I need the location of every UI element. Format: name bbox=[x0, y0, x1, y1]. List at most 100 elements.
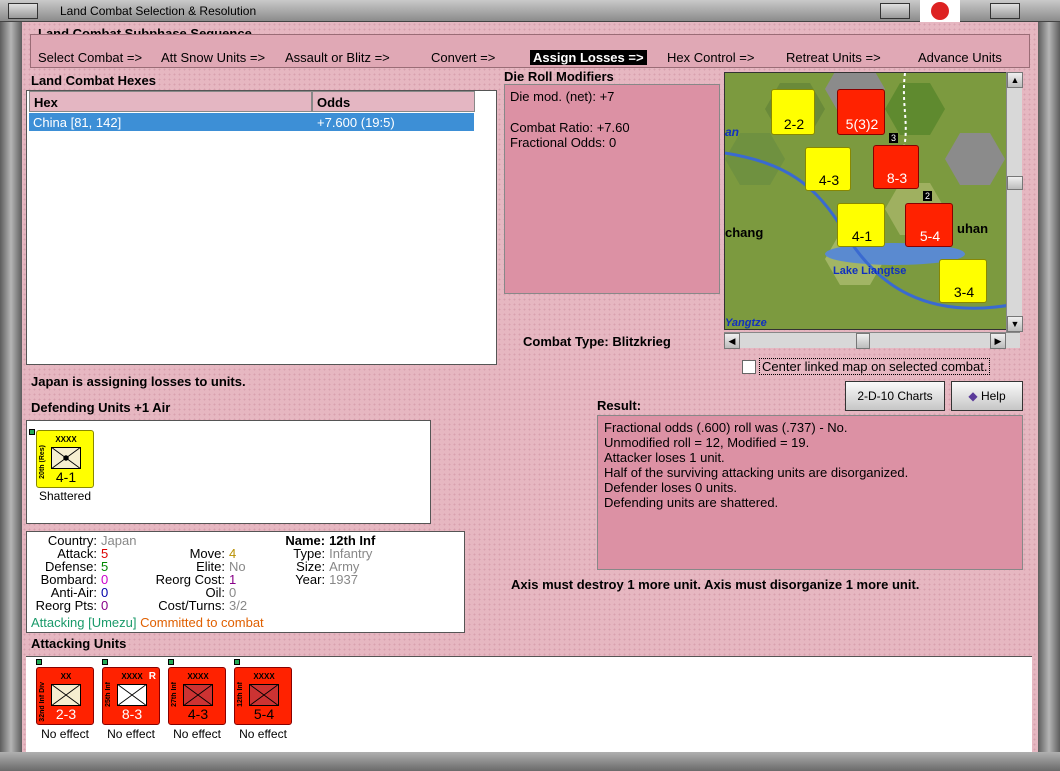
unit-size: XXXX bbox=[253, 672, 275, 681]
hexes-list[interactable]: Hex Odds China [81, 142] +7.600 (19:5) bbox=[26, 90, 497, 365]
defending-title: Defending Units +1 Air bbox=[31, 400, 171, 415]
step-convert[interactable]: Convert => bbox=[431, 50, 495, 65]
unit-size: XX bbox=[60, 672, 72, 681]
modifiers-title: Die Roll Modifiers bbox=[504, 69, 614, 84]
scroll-up-icon[interactable]: ▲ bbox=[1007, 72, 1023, 88]
info-attacking: Attacking [Umezu] bbox=[31, 615, 137, 630]
map-counter[interactable]: 2-2 bbox=[771, 89, 815, 135]
result-summary: Axis must destroy 1 more unit. Axis must… bbox=[511, 577, 920, 592]
bottom-border bbox=[0, 752, 1060, 771]
infantry-symbol-icon bbox=[183, 684, 213, 706]
map-vertical-scrollbar[interactable]: ▲ ▼ bbox=[1006, 72, 1023, 332]
unit-name: 27th Inf bbox=[171, 682, 178, 707]
result-box: Fractional odds (.600) roll was (.737) -… bbox=[597, 415, 1023, 570]
map-counter[interactable]: 5(3)2 bbox=[837, 89, 885, 135]
help-button[interactable]: ◆ Help bbox=[951, 381, 1023, 411]
linked-map[interactable]: an chang uhan Lake Liangtse Yangtze 2-2 … bbox=[724, 72, 1020, 330]
reserve-marker: R bbox=[148, 671, 156, 682]
attacking-unit-caption: No effect bbox=[107, 727, 155, 741]
step-advance-units[interactable]: Advance Units bbox=[918, 50, 1002, 65]
defending-unit-counter[interactable]: XXXX 20th (Res) 4-1 bbox=[36, 430, 94, 488]
status-text: Japan is assigning losses to units. bbox=[31, 374, 246, 389]
map-counter[interactable]: 5-4 bbox=[905, 203, 953, 247]
unit-marker bbox=[36, 659, 42, 665]
restore-button[interactable] bbox=[880, 3, 910, 19]
charts-button[interactable]: 2-D-10 Charts bbox=[845, 381, 945, 411]
map-counter[interactable]: 3-4 bbox=[939, 259, 987, 303]
unit-size: XXXX bbox=[55, 435, 77, 444]
stack-count: 2 bbox=[923, 191, 933, 201]
scroll-down-icon[interactable]: ▼ bbox=[1007, 316, 1023, 332]
attacking-unit-caption: No effect bbox=[173, 727, 221, 741]
table-row[interactable]: China [81, 142] +7.600 (19:5) bbox=[29, 113, 474, 131]
info-label: Cost/Turns: bbox=[158, 598, 225, 613]
map-horizontal-scrollbar[interactable]: ◀ ▶ bbox=[724, 332, 1020, 349]
step-hex-control[interactable]: Hex Control => bbox=[667, 50, 754, 65]
hexes-title: Land Combat Hexes bbox=[31, 73, 156, 88]
column-odds[interactable]: Odds bbox=[312, 91, 475, 112]
step-assign-losses[interactable]: Assign Losses => bbox=[530, 50, 647, 65]
unit-value: 4-3 bbox=[187, 706, 209, 722]
unit-marker bbox=[29, 429, 35, 435]
scroll-thumb[interactable] bbox=[1007, 176, 1023, 190]
unit-value: 5-4 bbox=[253, 706, 275, 722]
japan-flag-icon bbox=[920, 0, 960, 22]
right-border bbox=[1038, 22, 1060, 771]
map-counter[interactable]: 4-3 bbox=[805, 147, 851, 191]
step-att-snow-units[interactable]: Att Snow Units => bbox=[161, 50, 265, 65]
unit-marker bbox=[168, 659, 174, 665]
infantry-symbol-icon bbox=[117, 684, 147, 706]
column-hex[interactable]: Hex bbox=[29, 91, 312, 112]
subphase-sequence: Select Combat => Att Snow Units => Assau… bbox=[30, 34, 1030, 68]
attacking-unit-counter[interactable]: XXXX 12th Inf 5-4 bbox=[234, 667, 292, 725]
map-label: Yangtze bbox=[725, 317, 767, 329]
center-map-checkbox[interactable] bbox=[742, 360, 756, 374]
scroll-thumb[interactable] bbox=[856, 333, 870, 349]
result-title: Result: bbox=[597, 398, 642, 413]
attacking-unit-counter[interactable]: XX 32nd Inf Div 2-3 bbox=[36, 667, 94, 725]
unit-value: 2-3 bbox=[55, 706, 77, 722]
map-counter[interactable]: 4-1 bbox=[837, 203, 885, 247]
infantry-symbol-icon bbox=[51, 684, 81, 706]
info-country: Japan bbox=[101, 533, 137, 548]
center-map-label[interactable]: Center linked map on selected combat. bbox=[759, 358, 991, 375]
unit-marker bbox=[102, 659, 108, 665]
modifier-line bbox=[510, 104, 714, 120]
infantry-symbol-icon bbox=[51, 447, 81, 469]
attacking-unit-caption: No effect bbox=[239, 727, 287, 741]
result-line: Unmodified roll = 12, Modified = 19. bbox=[604, 435, 810, 450]
infantry-symbol-icon bbox=[249, 684, 279, 706]
step-retreat-units[interactable]: Retreat Units => bbox=[786, 50, 881, 65]
defending-unit-caption: Shattered bbox=[38, 489, 92, 503]
combat-type-label: Combat Type: bbox=[523, 334, 609, 349]
scroll-left-icon[interactable]: ◀ bbox=[724, 333, 740, 349]
row-hex: China [81, 142] bbox=[33, 115, 122, 130]
result-line: Fractional odds (.600) roll was (.737) -… bbox=[604, 420, 848, 435]
info-year: 1937 bbox=[329, 572, 358, 587]
unit-name: 25th Inf bbox=[105, 682, 112, 707]
attacking-unit-caption: No effect bbox=[41, 727, 89, 741]
info-cost-turns: 3/2 bbox=[229, 598, 248, 613]
title-bar[interactable]: Land Combat Selection & Resolution bbox=[0, 0, 1060, 22]
attacking-units-box: XX 32nd Inf Div 2-3 No effect XXXX R 25t… bbox=[26, 656, 1032, 752]
attacking-unit-counter[interactable]: XXXX R 25th Inf 8-3 bbox=[102, 667, 160, 725]
step-select-combat[interactable]: Select Combat => bbox=[38, 50, 142, 65]
attacking-title: Attacking Units bbox=[31, 636, 127, 651]
modifier-line: Die mod. (net): +7 bbox=[510, 89, 615, 104]
scroll-right-icon[interactable]: ▶ bbox=[990, 333, 1006, 349]
info-label: Reorg Pts: bbox=[35, 598, 97, 613]
modifiers-box: Die mod. (net): +7 Combat Ratio: +7.60 F… bbox=[504, 84, 720, 294]
unit-size: XXXX bbox=[187, 672, 209, 681]
window-frame: Land Combat Selection & Resolution Land … bbox=[0, 0, 1060, 771]
minimize-button[interactable] bbox=[8, 3, 38, 19]
info-committed: Committed to combat bbox=[140, 615, 264, 630]
map-counter[interactable]: 8-3 bbox=[873, 145, 919, 189]
main-panel: Land Combat Subphase Sequence Select Com… bbox=[22, 22, 1038, 752]
unit-info-table: Country: Japan Name: 12th Inf Attack: 5 … bbox=[31, 534, 377, 612]
map-label: uhan bbox=[957, 221, 989, 236]
attacking-unit-counter[interactable]: XXXX 27th Inf 4-3 bbox=[168, 667, 226, 725]
map-label: an bbox=[725, 125, 740, 139]
result-line: Half of the surviving attacking units ar… bbox=[604, 465, 909, 480]
close-button[interactable] bbox=[990, 3, 1020, 19]
step-assault-or-blitz[interactable]: Assault or Blitz => bbox=[285, 50, 390, 65]
